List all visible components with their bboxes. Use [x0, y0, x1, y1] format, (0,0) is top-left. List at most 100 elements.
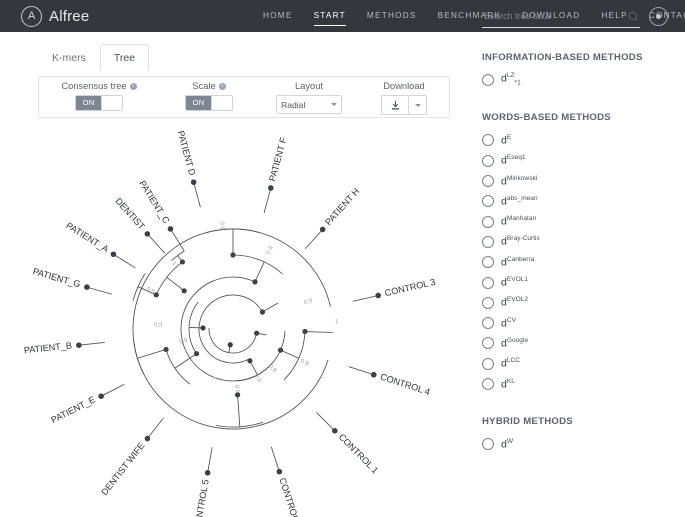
phylogenetic-tree[interactable]: PATIENT D PATIENT F PATIENT H CONTROL 3 CONT… [0, 120, 473, 517]
method-option-label: dW [501, 439, 513, 450]
tree-branch-radial [147, 234, 164, 253]
tree-node[interactable] [98, 393, 104, 399]
tree-node[interactable] [375, 293, 381, 299]
radio-icon[interactable] [482, 236, 494, 248]
nav-item-home[interactable]: HOME [263, 9, 293, 23]
tree-node[interactable] [84, 284, 90, 290]
method-option-label: dEVOL1 [501, 277, 528, 288]
radio-icon[interactable] [482, 134, 494, 146]
tree-taxon-label[interactable]: PATIENT_G [32, 266, 82, 289]
tree-taxon-label[interactable]: PATIENT_A [64, 220, 111, 255]
method-option-manhatan[interactable]: dManhatan [482, 211, 611, 231]
tree-branch-radial [349, 367, 374, 375]
radio-icon[interactable] [482, 438, 494, 450]
tree-branch-radial [281, 350, 299, 358]
tree-taxon-label[interactable]: PATIENT F [267, 136, 288, 182]
method-option-minkowski[interactable]: dMinkowski [482, 171, 611, 191]
tree-node[interactable] [247, 358, 252, 363]
tree-svg[interactable]: PATIENT D PATIENT F PATIENT H CONTROL 3 CONT… [0, 120, 473, 517]
tree-node[interactable] [332, 428, 338, 434]
radio-icon[interactable] [482, 74, 494, 86]
radio-icon[interactable] [482, 256, 494, 268]
radio-icon[interactable] [482, 195, 494, 207]
tree-taxon-label[interactable]: CONTROL 3 [384, 277, 437, 298]
scale-label-row: Scale i [192, 81, 225, 91]
tree-node[interactable] [200, 325, 205, 330]
tree-node[interactable] [268, 185, 274, 191]
consensus-tree-toggle[interactable]: ON [75, 95, 123, 111]
search-icon[interactable] [626, 8, 643, 25]
tree-node[interactable] [182, 288, 187, 293]
method-option-cv[interactable]: dCV [482, 313, 611, 333]
scale-toggle[interactable]: ON [185, 95, 233, 111]
scale-label: Scale [192, 81, 215, 91]
tree-node[interactable] [191, 179, 197, 185]
method-option-eseq1[interactable]: dEseq1 [482, 151, 611, 171]
search-input[interactable] [482, 10, 611, 22]
tree-node[interactable] [145, 436, 151, 442]
branch-support-value: 1 [335, 319, 339, 325]
radio-icon[interactable] [482, 358, 494, 370]
download-button[interactable] [381, 95, 409, 115]
tree-branch-radial [79, 342, 105, 345]
tree-taxon-label[interactable]: PATIENT_B [23, 340, 72, 355]
tree-branch-radial [175, 354, 197, 369]
tree-node[interactable] [205, 470, 211, 476]
method-option-canberra[interactable]: dCanberra [482, 252, 611, 272]
method-option-w[interactable]: dW [482, 434, 573, 454]
account-circle-icon[interactable] [649, 7, 668, 26]
radio-icon[interactable] [482, 155, 494, 167]
method-option-kl[interactable]: dKL [482, 374, 611, 394]
download-options-button[interactable] [409, 95, 427, 115]
tree-node[interactable] [277, 469, 283, 475]
tree-branch-radial [194, 182, 201, 207]
method-option-e[interactable]: dE [482, 130, 611, 150]
layout-select[interactable]: Radial [276, 95, 342, 114]
nav-item-methods[interactable]: METHODS [367, 9, 417, 23]
tree-taxon-label[interactable]: DENTIST WIFE [99, 441, 146, 498]
method-option-lcc[interactable]: dLCC [482, 354, 611, 374]
tree-taxon-label[interactable]: CONTROL 1 [337, 432, 381, 476]
radio-icon[interactable] [482, 378, 494, 390]
radio-icon[interactable] [482, 216, 494, 228]
tree-node[interactable] [145, 231, 151, 237]
method-option-abs-mean[interactable]: dabs_mean [482, 191, 611, 211]
tree-branch-radial [113, 254, 135, 268]
brand-logo[interactable]: A Alfree [0, 6, 89, 27]
tree-taxon-label[interactable]: CONTROL 2 [277, 477, 302, 517]
tree-taxon-label[interactable]: DENTIST [113, 196, 147, 232]
tab-k-mers[interactable]: K-mers [38, 44, 100, 71]
tree-node[interactable] [76, 342, 82, 348]
radio-icon[interactable] [482, 317, 494, 329]
method-option-evol1[interactable]: dEVOL1 [482, 272, 611, 292]
method-group-title: WORDS-BASED METHODS [482, 112, 611, 123]
tree-node[interactable] [163, 347, 168, 352]
tree-branch-radial [238, 395, 240, 427]
tree-taxon-label[interactable]: CONTROL 5 [192, 479, 211, 517]
tree-node[interactable] [111, 251, 117, 257]
tree-taxon-label[interactable]: PATIENT_E [49, 394, 96, 425]
nav-item-start[interactable]: START [314, 9, 346, 23]
info-icon[interactable]: i [219, 83, 226, 90]
tab-tree[interactable]: Tree [100, 44, 149, 71]
method-option-label: dBray-Curtis [501, 236, 540, 247]
info-icon[interactable]: i [130, 83, 137, 90]
method-group: HYBRID METHODSdW [482, 416, 573, 454]
tree-node[interactable] [168, 226, 174, 232]
radio-icon[interactable] [482, 337, 494, 349]
method-option-label: dE [501, 135, 511, 146]
radio-icon[interactable] [482, 277, 494, 289]
tree-taxon-label[interactable]: PATIENT D [176, 130, 198, 177]
tree-node[interactable] [228, 342, 233, 347]
radio-icon[interactable] [482, 297, 494, 309]
tree-node[interactable] [320, 227, 326, 233]
tree-taxon-label[interactable]: CONTROL 4 [379, 372, 431, 397]
tree-node[interactable] [371, 372, 377, 378]
method-option-google[interactable]: dGoogle [482, 333, 611, 353]
method-option-bray-curtis[interactable]: dBray-Curtis [482, 232, 611, 252]
method-option-evol2[interactable]: dEVOL2 [482, 293, 611, 313]
search-taxa-box[interactable] [482, 10, 640, 28]
radio-icon[interactable] [482, 175, 494, 187]
tree-taxon-label[interactable]: PATIENT H [323, 186, 361, 227]
method-option-lz[interactable]: dLZ*1 [482, 70, 643, 90]
